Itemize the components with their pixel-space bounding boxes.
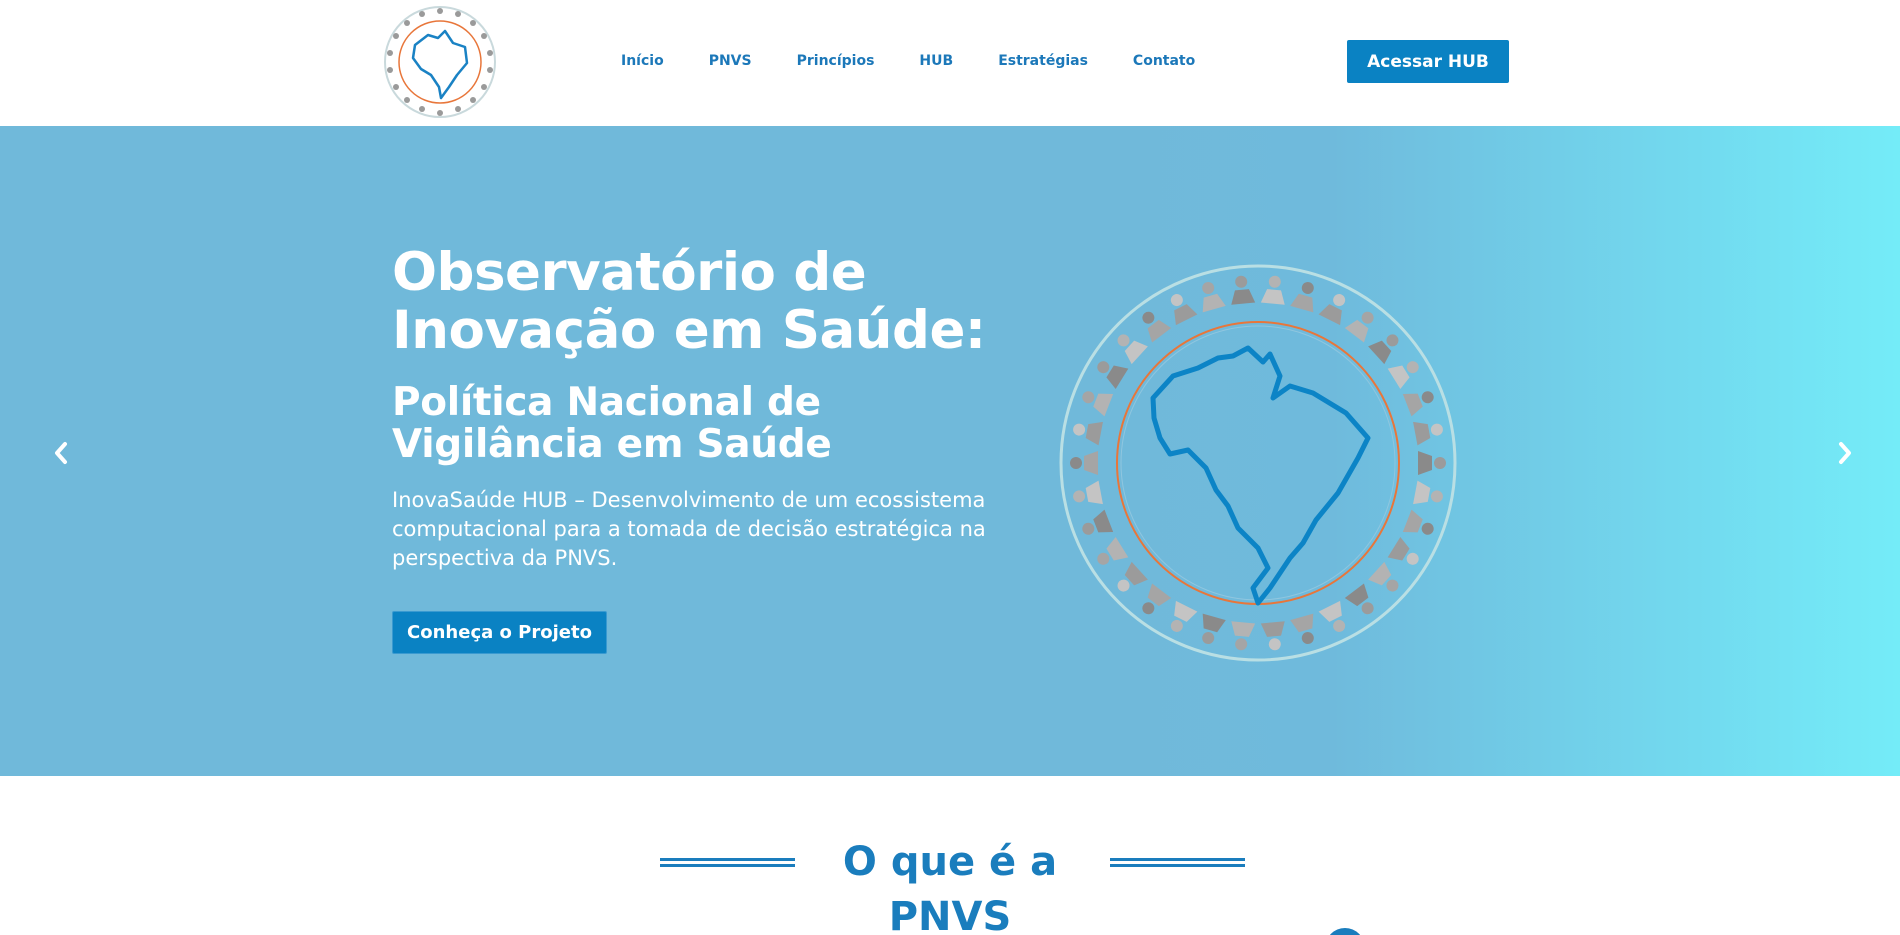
- title-divider-right: [1110, 858, 1245, 867]
- person-figure-icon: [1097, 361, 1129, 389]
- hero-title: Observatório de Inovação em Saúde:: [392, 242, 986, 361]
- chevron-right-icon[interactable]: [1830, 438, 1860, 468]
- person-figure-icon: [1202, 613, 1226, 645]
- learn-project-button[interactable]: Conheça o Projeto: [392, 611, 607, 654]
- person-figure-icon: [1097, 537, 1129, 565]
- site-header: Início PNVS Princípios HUB Estratégias C…: [0, 0, 1900, 126]
- person-figure-icon: [1387, 361, 1419, 389]
- nav-item-estrategias[interactable]: Estratégias: [998, 53, 1088, 69]
- access-hub-button[interactable]: Acessar HUB: [1347, 40, 1509, 83]
- person-figure-icon: [1318, 600, 1346, 632]
- person-figure-icon: [1170, 600, 1198, 632]
- section-title: O que é a PNVS: [842, 839, 1058, 935]
- person-figure-icon: [1142, 311, 1172, 343]
- person-figure-icon: [1402, 391, 1434, 417]
- person-figure-icon: [1368, 334, 1399, 365]
- person-figure-icon: [1073, 421, 1103, 446]
- brazil-map-illustration-icon: [1059, 264, 1457, 662]
- nav-item-inicio[interactable]: Início: [621, 53, 664, 69]
- nav-item-contato[interactable]: Contato: [1133, 53, 1195, 69]
- person-figure-icon: [1117, 561, 1148, 592]
- hero-subtitle: Política Nacional de Vigilância em Saúde: [392, 380, 832, 467]
- main-nav: Início PNVS Princípios HUB Estratégias C…: [600, 0, 1240, 122]
- person-figure-icon: [1418, 451, 1446, 475]
- nav-item-principios[interactable]: Princípios: [797, 53, 875, 69]
- person-figure-icon: [1413, 421, 1443, 446]
- person-figure-icon: [1318, 294, 1346, 326]
- hero-illustration: [1058, 258, 1458, 668]
- person-figure-icon: [1231, 275, 1256, 305]
- person-figure-icon: [1231, 621, 1256, 651]
- person-figure-icon: [1260, 275, 1285, 305]
- person-figure-icon: [1402, 509, 1434, 535]
- nav-item-hub[interactable]: HUB: [919, 53, 953, 69]
- nav-item-pnvs[interactable]: PNVS: [709, 53, 752, 69]
- site-logo[interactable]: [383, 3, 498, 121]
- person-figure-icon: [1387, 537, 1419, 565]
- person-figure-icon: [1142, 583, 1172, 615]
- person-figure-icon: [1082, 391, 1114, 417]
- person-figure-icon: [1260, 621, 1285, 651]
- person-figure-icon: [1202, 281, 1226, 313]
- chevron-left-icon[interactable]: [46, 438, 76, 468]
- hero-description: InovaSaúde HUB – Desenvolvimento de um e…: [392, 488, 986, 570]
- person-figure-icon: [1170, 294, 1198, 326]
- person-figure-icon: [1070, 451, 1098, 475]
- person-figure-icon: [1290, 281, 1314, 313]
- partial-circle-icon: [1325, 928, 1365, 935]
- hero-slider: Observatório de Inovação em Saúde: Polít…: [0, 126, 1900, 776]
- person-figure-icon: [1368, 561, 1399, 592]
- person-figure-icon: [1290, 613, 1314, 645]
- title-divider-left: [660, 858, 795, 867]
- brazil-logo-icon: [384, 6, 496, 118]
- person-figure-icon: [1344, 583, 1374, 615]
- person-figure-icon: [1413, 480, 1443, 505]
- person-figure-icon: [1073, 480, 1103, 505]
- person-figure-icon: [1117, 334, 1148, 365]
- person-figure-icon: [1082, 509, 1114, 535]
- section-header: O que é a PNVS: [0, 835, 1900, 935]
- person-figure-icon: [1344, 311, 1374, 343]
